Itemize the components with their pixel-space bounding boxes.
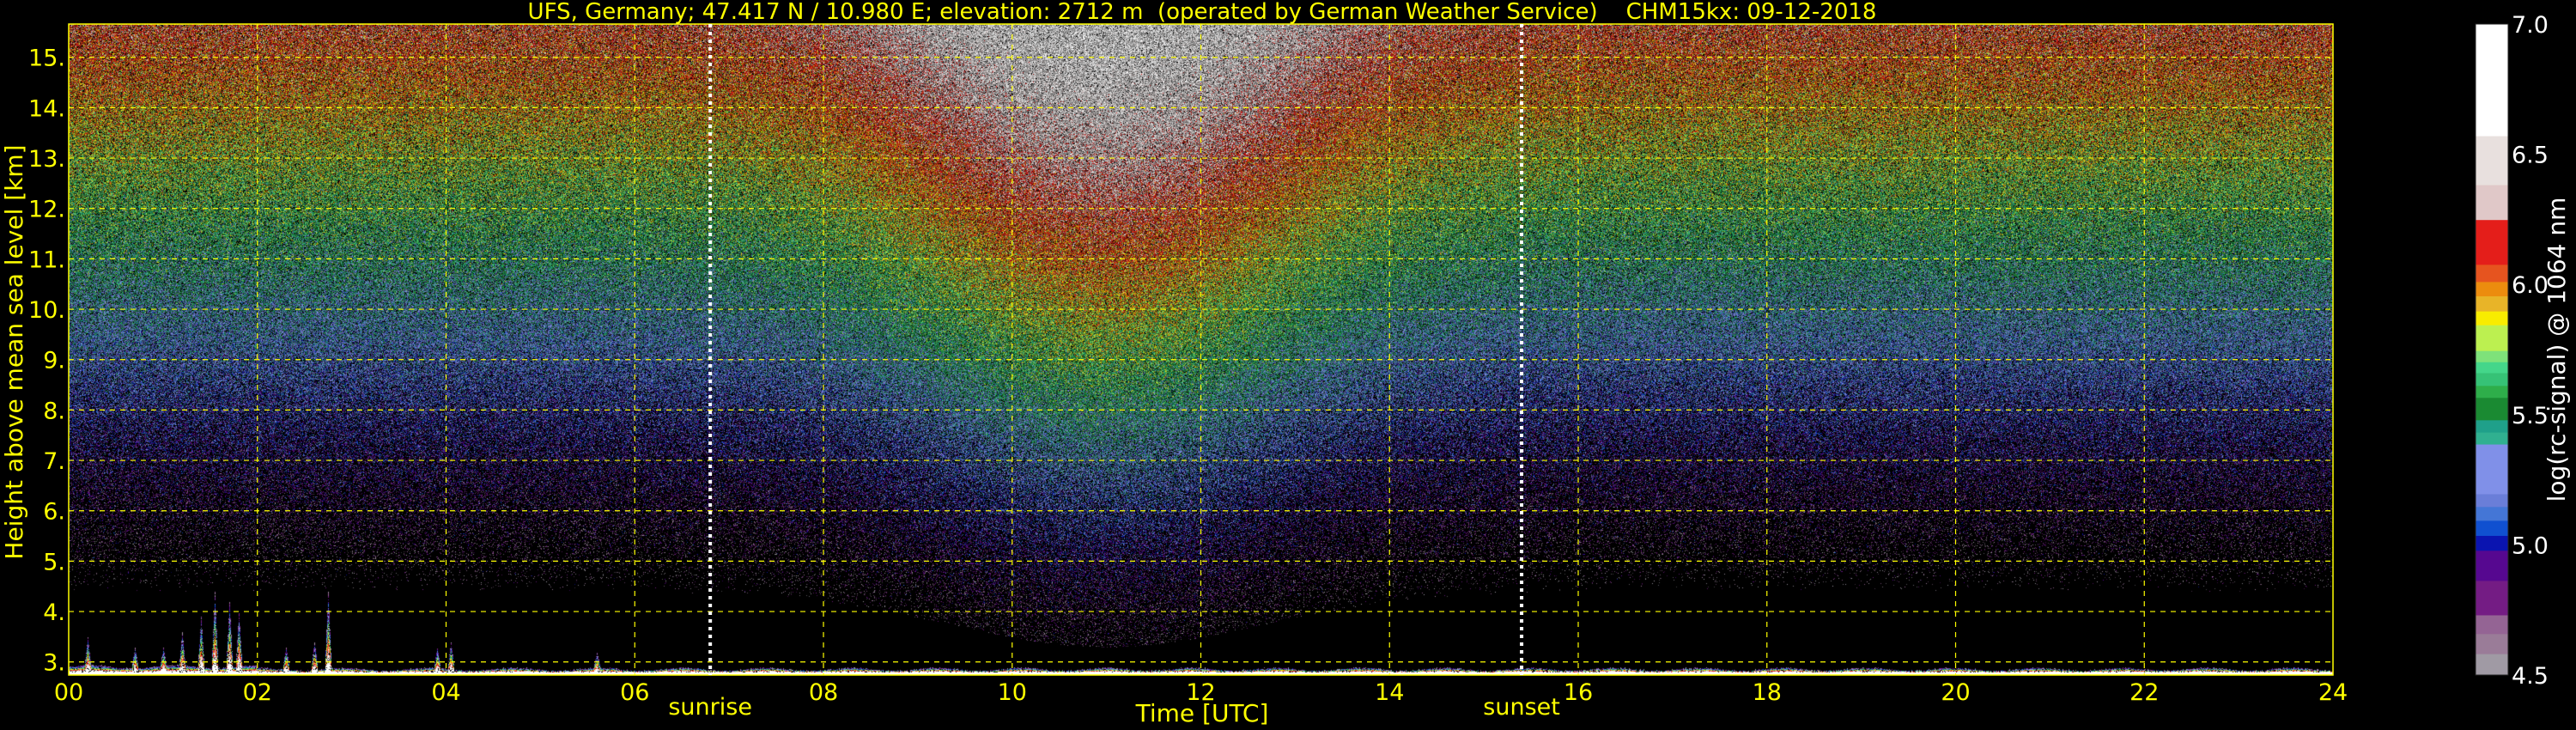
colorbar-swatch bbox=[2476, 397, 2508, 421]
colorbar-swatch bbox=[2476, 281, 2508, 297]
colorbar-swatch bbox=[2476, 372, 2508, 386]
colorbar-swatch bbox=[2476, 506, 2508, 521]
x-tick-label: 16 bbox=[1564, 679, 1593, 706]
colorbar: 4.55.05.56.06.57.0 bbox=[2475, 12, 2549, 690]
ceilometer-figure: 00 02 04 06 08 10 12 14 16 18 20 22 24 3. 4. 5. 6. 7. 8. 9… bbox=[0, 0, 2576, 730]
colorbar-swatch bbox=[2476, 362, 2508, 374]
sunrise-label: sunrise bbox=[668, 694, 752, 721]
colorbar-swatch bbox=[2476, 654, 2508, 676]
y-tick-label: 14. bbox=[28, 95, 65, 122]
colorbar-swatch bbox=[2476, 633, 2508, 654]
colorbar-swatch bbox=[2476, 325, 2508, 351]
y-tick-label: 8. bbox=[43, 398, 65, 424]
y-tick-label: 3. bbox=[43, 650, 65, 677]
chart-overlay: 00 02 04 06 08 10 12 14 16 18 20 22 24 3.4.5.6.7.8.9… bbox=[0, 0, 2571, 727]
y-tick-label: 9. bbox=[43, 348, 65, 374]
y-tick-label: 4. bbox=[43, 599, 65, 626]
colorbar-swatch bbox=[2476, 185, 2508, 221]
colorbar-swatch bbox=[2476, 24, 2508, 137]
colorbar-tick-label: 4.5 bbox=[2512, 663, 2549, 690]
y-tick-label: 7. bbox=[43, 448, 65, 475]
colorbar-label: log(rc-signal) @ 1064 nm bbox=[2543, 198, 2571, 502]
y-tick-label: 13. bbox=[28, 146, 65, 173]
colorbar-swatch bbox=[2476, 419, 2508, 433]
y-axis-label: Height above mean sea level [km] bbox=[0, 144, 28, 559]
colorbar-swatch bbox=[2476, 264, 2508, 283]
colorbar-swatch bbox=[2476, 350, 2508, 362]
colorbar-swatch bbox=[2476, 614, 2508, 635]
colorbar-swatch bbox=[2476, 295, 2508, 312]
x-tick-label: 18 bbox=[1753, 679, 1782, 706]
colorbar-swatch bbox=[2476, 136, 2508, 186]
x-tick-label: 24 bbox=[2318, 679, 2348, 706]
colorbar-swatch bbox=[2476, 385, 2508, 398]
colorbar-swatch bbox=[2476, 535, 2508, 551]
colorbar-swatch bbox=[2476, 311, 2508, 325]
x-tick-label: 08 bbox=[809, 679, 838, 706]
x-axis-label: Time [UTC] bbox=[1135, 699, 1269, 727]
colorbar-swatch bbox=[2476, 550, 2508, 581]
colorbar-swatch bbox=[2476, 432, 2508, 445]
colorbar-swatch bbox=[2476, 580, 2508, 616]
x-tick-label: 14 bbox=[1375, 679, 1404, 706]
y-tick-label: 15. bbox=[28, 46, 65, 72]
x-tick-label: 06 bbox=[620, 679, 649, 706]
y-tick-label: 10. bbox=[28, 297, 65, 324]
x-tick-label: 00 bbox=[54, 679, 83, 706]
x-tick-label: 22 bbox=[2129, 679, 2159, 706]
x-tick-label: 10 bbox=[998, 679, 1027, 706]
y-tick-label: 5. bbox=[43, 549, 65, 575]
sunset-label: sunset bbox=[1483, 694, 1560, 721]
y-tick-label: 6. bbox=[43, 499, 65, 526]
colorbar-swatch bbox=[2476, 493, 2508, 508]
y-tick-label: 11. bbox=[28, 246, 65, 273]
colorbar-swatch bbox=[2476, 444, 2508, 495]
x-tick-label: 04 bbox=[431, 679, 460, 706]
y-tick-label: 12. bbox=[28, 197, 65, 223]
colorbar-swatch bbox=[2476, 219, 2508, 265]
x-tick-label: 20 bbox=[1941, 679, 1970, 706]
chart-title: UFS, Germany; 47.417 N / 10.980 E; eleva… bbox=[528, 0, 1877, 25]
x-tick-label: 02 bbox=[243, 679, 272, 706]
colorbar-tick-label: 7.0 bbox=[2512, 12, 2549, 39]
colorbar-tick-label: 5.0 bbox=[2512, 532, 2549, 559]
colorbar-tick-label: 6.5 bbox=[2512, 143, 2549, 169]
colorbar-swatch bbox=[2476, 520, 2508, 536]
